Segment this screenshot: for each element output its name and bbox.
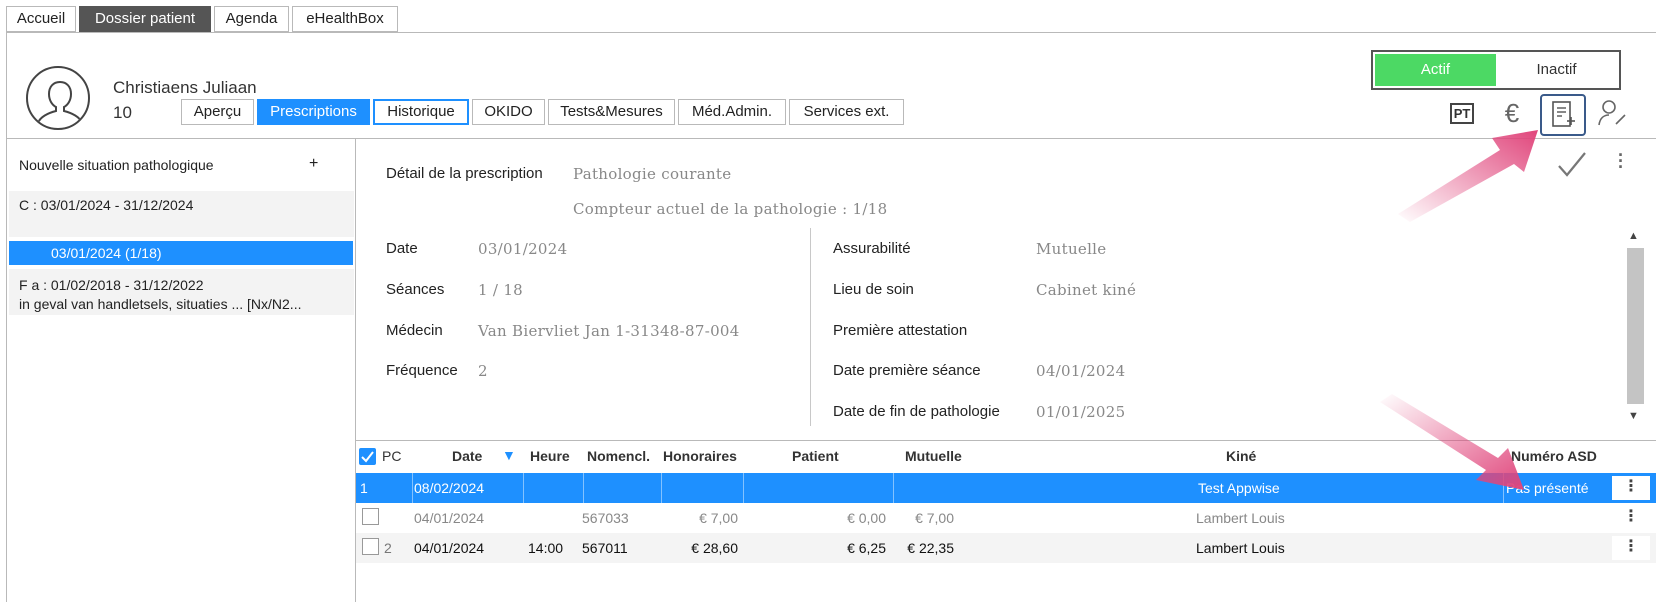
annotation-arrows: [1380, 130, 1538, 490]
arrow-to-prescription-icon: [1398, 130, 1538, 222]
arrow-to-asd-cell: [1380, 394, 1524, 490]
